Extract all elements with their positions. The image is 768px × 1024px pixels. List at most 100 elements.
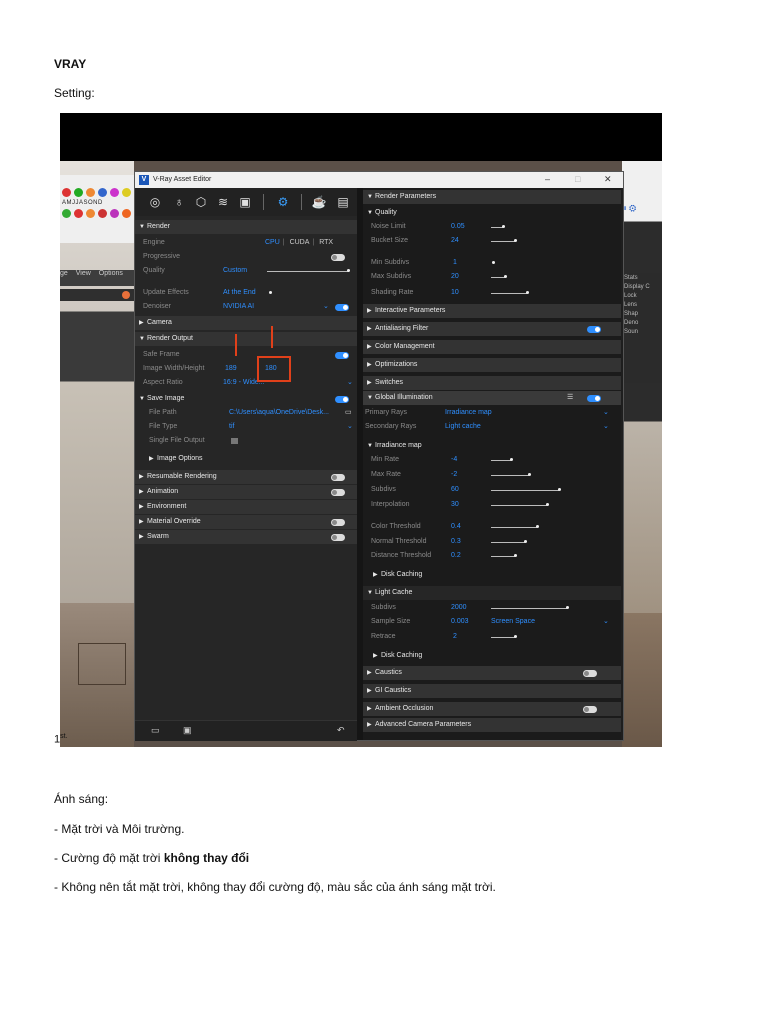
antialiasing-toggle[interactable] <box>587 326 601 333</box>
gi-toggle[interactable] <box>587 395 601 402</box>
sliders-icon[interactable]: ☰ <box>567 391 573 405</box>
sample-size-input[interactable]: 0.003 <box>451 615 469 629</box>
save-image-section-header[interactable]: ▼ Save Image <box>135 392 357 406</box>
file-icon[interactable]: ▭ <box>345 406 352 420</box>
quality-slider[interactable] <box>267 271 349 272</box>
distance-threshold-slider[interactable] <box>491 556 515 557</box>
distance-threshold-input[interactable]: 0.2 <box>451 549 461 563</box>
retrace-input[interactable]: 2 <box>453 630 457 644</box>
material-override-toggle[interactable] <box>331 519 345 526</box>
layers-icon[interactable]: ≋ <box>215 194 231 210</box>
update-effects-value[interactable]: At the End <box>223 286 256 300</box>
animation-section-header[interactable]: ▶ Animation <box>135 485 357 499</box>
resumable-section-header[interactable]: ▶ Resumable Rendering <box>135 470 357 484</box>
settings-icon[interactable]: ⚙ <box>275 194 291 210</box>
gi-section-header[interactable]: ▼ Global Illumination ☰ <box>363 391 621 405</box>
advanced-camera-header[interactable]: ▶ Advanced Camera Parameters <box>363 718 621 732</box>
ao-toggle[interactable] <box>583 706 597 713</box>
render-output-section-header[interactable]: ▼ Render Output <box>135 332 357 346</box>
menu-item[interactable]: View <box>76 270 91 277</box>
camera-section-header[interactable]: ▶ Camera <box>135 316 357 330</box>
folder-open-icon[interactable]: ▭ <box>151 725 160 736</box>
single-file-checkbox[interactable] <box>231 438 238 444</box>
caustics-toggle[interactable] <box>583 670 597 677</box>
shading-rate-input[interactable]: 10 <box>451 286 459 300</box>
render-window-icon[interactable]: ▤ <box>335 194 351 210</box>
menu-item[interactable]: Options <box>99 270 123 277</box>
denoiser-select[interactable]: NVIDIA AI <box>223 300 254 314</box>
engine-rtx-option[interactable]: RTX <box>319 239 333 246</box>
shading-rate-slider[interactable] <box>491 293 527 294</box>
lc-subdivs-input[interactable]: 2000 <box>451 601 467 615</box>
save-image-toggle[interactable] <box>335 396 349 403</box>
sphere-icon[interactable]: ◎ <box>147 194 163 210</box>
max-rate-input[interactable]: -2 <box>451 468 457 482</box>
disk-caching2-header[interactable]: ▶ Disk Caching <box>363 649 621 663</box>
color-threshold-input[interactable]: 0.4 <box>451 520 461 534</box>
bulb-icon[interactable]: ♁ <box>171 194 187 210</box>
progressive-toggle[interactable] <box>331 254 345 261</box>
min-rate-input[interactable]: -4 <box>451 453 457 467</box>
cube-icon[interactable]: ⬡ <box>193 194 209 210</box>
menu-item[interactable]: ge <box>60 270 68 277</box>
minimize-button[interactable]: – <box>545 174 550 184</box>
subdivs-input[interactable]: 60 <box>451 483 459 497</box>
swarm-toggle[interactable] <box>331 534 345 541</box>
optimizations-header[interactable]: ▶ Optimizations <box>363 358 621 372</box>
caustics-header[interactable]: ▶ Caustics <box>363 666 621 680</box>
interpolation-slider[interactable] <box>491 505 547 506</box>
teapot-icon[interactable]: ☕ <box>311 194 327 210</box>
maximize-button[interactable]: □ <box>575 174 580 184</box>
min-rate-slider[interactable] <box>491 460 511 461</box>
safe-frame-toggle[interactable] <box>335 352 349 359</box>
interpolation-input[interactable]: 30 <box>451 498 459 512</box>
animation-toggle[interactable] <box>331 489 345 496</box>
switches-header[interactable]: ▶ Switches <box>363 376 621 390</box>
texture-icon[interactable]: ▣ <box>237 194 253 210</box>
max-rate-slider[interactable] <box>491 475 529 476</box>
ambient-occlusion-header[interactable]: ▶ Ambient Occlusion <box>363 702 621 716</box>
retrace-slider[interactable] <box>491 637 515 638</box>
close-button[interactable]: ✕ <box>604 174 612 185</box>
normal-threshold-input[interactable]: 0.3 <box>451 535 461 549</box>
background-dropdown[interactable] <box>60 289 134 301</box>
image-options-header[interactable]: ▶ Image Options <box>135 452 357 466</box>
irradiance-map-header[interactable]: ▼ Irradiance map <box>363 439 621 453</box>
material-override-section-header[interactable]: ▶ Material Override <box>135 515 357 529</box>
interactive-section-header[interactable]: ▶ Interactive Parameters <box>363 304 621 318</box>
bucket-size-input[interactable]: 24 <box>451 234 459 248</box>
subdivs-slider[interactable] <box>491 490 559 491</box>
environment-section-header[interactable]: ▶ Environment <box>135 500 357 514</box>
normal-threshold-slider[interactable] <box>491 542 525 543</box>
save-icon[interactable]: ▣ <box>183 725 192 736</box>
file-path-input[interactable]: C:\Users\aqua\OneDrive\Desk... <box>229 406 329 420</box>
min-subdivs-input[interactable]: 1 <box>453 256 457 270</box>
color-management-header[interactable]: ▶ Color Management <box>363 340 621 354</box>
engine-cpu-option[interactable]: CPU <box>265 239 280 246</box>
primary-rays-select[interactable]: Irradiance map <box>445 406 492 420</box>
file-type-select[interactable]: tif <box>229 420 234 434</box>
quality-header[interactable]: ▼ Quality <box>363 206 621 220</box>
light-cache-header[interactable]: ▼ Light Cache <box>363 586 621 600</box>
noise-limit-input[interactable]: 0.05 <box>451 220 465 234</box>
color-threshold-slider[interactable] <box>491 527 537 528</box>
chevron-down-icon: ⌄ <box>347 379 353 386</box>
antialiasing-section-header[interactable]: ▶ Antialiasing Filter <box>363 322 621 336</box>
bucket-size-slider[interactable] <box>491 241 515 242</box>
quality-value[interactable]: Custom <box>223 264 247 278</box>
denoiser-toggle[interactable] <box>335 304 349 311</box>
secondary-rays-select[interactable]: Light cache <box>445 420 481 434</box>
max-subdivs-input[interactable]: 20 <box>451 270 459 284</box>
image-width-input[interactable]: 189 <box>225 362 237 376</box>
swarm-section-header[interactable]: ▶ Swarm <box>135 530 357 544</box>
undo-icon[interactable]: ↶ <box>337 725 345 736</box>
gi-caustics-header[interactable]: ▶ GI Caustics <box>363 684 621 698</box>
engine-cuda-option[interactable]: CUDA <box>290 239 310 246</box>
lc-subdivs-slider[interactable] <box>491 608 567 609</box>
max-subdivs-slider[interactable] <box>491 277 505 278</box>
render-params-header[interactable]: ▼ Render Parameters <box>363 190 621 204</box>
sample-space-select[interactable]: Screen Space <box>491 615 535 629</box>
render-section-header[interactable]: ▼ Render <box>135 220 357 234</box>
resumable-toggle[interactable] <box>331 474 345 481</box>
disk-caching-header[interactable]: ▶ Disk Caching <box>363 568 621 582</box>
